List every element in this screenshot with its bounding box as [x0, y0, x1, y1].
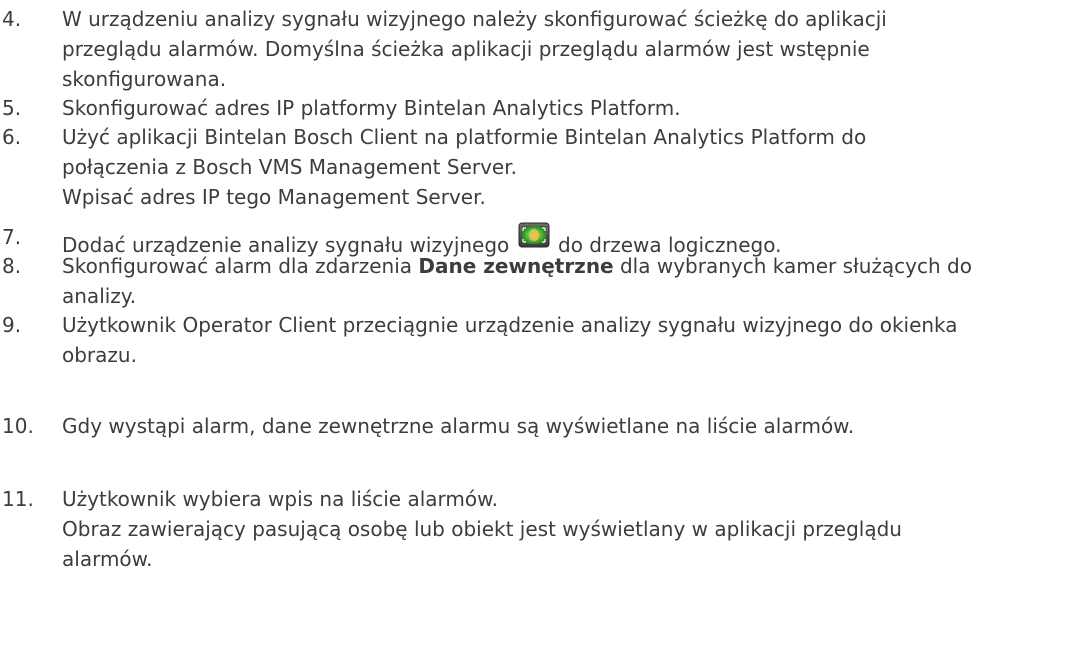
step-line: połączenia z Bosch VMS Management Server… [62, 155, 517, 179]
step-text: Użytkownik wybiera wpis na liście alarmó… [62, 484, 1085, 574]
document-page: 4. W urządzeniu analizy sygnału wizyjneg… [0, 0, 1085, 672]
step-line: alarmów. [62, 547, 153, 571]
event-name-bold: Dane zewnętrzne [418, 254, 614, 278]
step-line: analizy. [62, 284, 137, 308]
step-line: Wpisać adres IP tego Management Server. [62, 185, 486, 209]
step-number: 8. [2, 254, 22, 278]
step-line: Użyć aplikacji Bintelan Bosch Client na … [62, 125, 867, 149]
step-text-before-bold: Skonfigurować alarm dla zdarzenia [62, 254, 413, 278]
step-number: 6. [2, 125, 22, 149]
step-number: 7. [2, 225, 22, 249]
step-text: Użytkownik Operator Client przeciągnie u… [62, 310, 1085, 370]
step-line: Skonfigurować adres IP platformy Bintela… [62, 96, 681, 120]
step-text: Dodać urządzenie analizy sygnału wizyjne… [62, 222, 1085, 257]
step-text: Gdy wystąpi alarm, dane zewnętrzne alarm… [62, 411, 1085, 441]
step-line: W urządzeniu analizy sygnału wizyjnego n… [62, 7, 887, 31]
step-text: Użyć aplikacji Bintelan Bosch Client na … [62, 122, 1085, 212]
step-line: Dodać urządzenie analizy sygnału wizyjne… [62, 222, 1085, 257]
video-analytics-device-icon [518, 222, 550, 248]
step-number: 9. [2, 313, 22, 337]
step-text-after-bold: dla wybranych kamer służących do [619, 254, 972, 278]
step-line: Skonfigurować alarm dla zdarzenia Dane z… [62, 251, 1085, 281]
step-text: Skonfigurować adres IP platformy Bintela… [62, 93, 1085, 123]
step-line: Użytkownik wybiera wpis na liście alarmó… [62, 487, 498, 511]
step-line: Gdy wystąpi alarm, dane zewnętrzne alarm… [62, 414, 855, 438]
step-number: 4. [2, 7, 22, 31]
step-text: Skonfigurować alarm dla zdarzenia Dane z… [62, 251, 1085, 311]
step-text: W urządzeniu analizy sygnału wizyjnego n… [62, 4, 1085, 94]
step-line: Użytkownik Operator Client przeciągnie u… [62, 313, 958, 337]
step-line: obrazu. [62, 343, 137, 367]
step-line: skonfigurowana. [62, 67, 227, 91]
step-number: 11. [2, 487, 34, 511]
step-line: przeglądu alarmów. Domyślna ścieżka apli… [62, 37, 870, 61]
step-number: 10. [2, 414, 34, 438]
step-line: Obraz zawierający pasującą osobę lub obi… [62, 517, 902, 541]
step-number: 5. [2, 96, 22, 120]
